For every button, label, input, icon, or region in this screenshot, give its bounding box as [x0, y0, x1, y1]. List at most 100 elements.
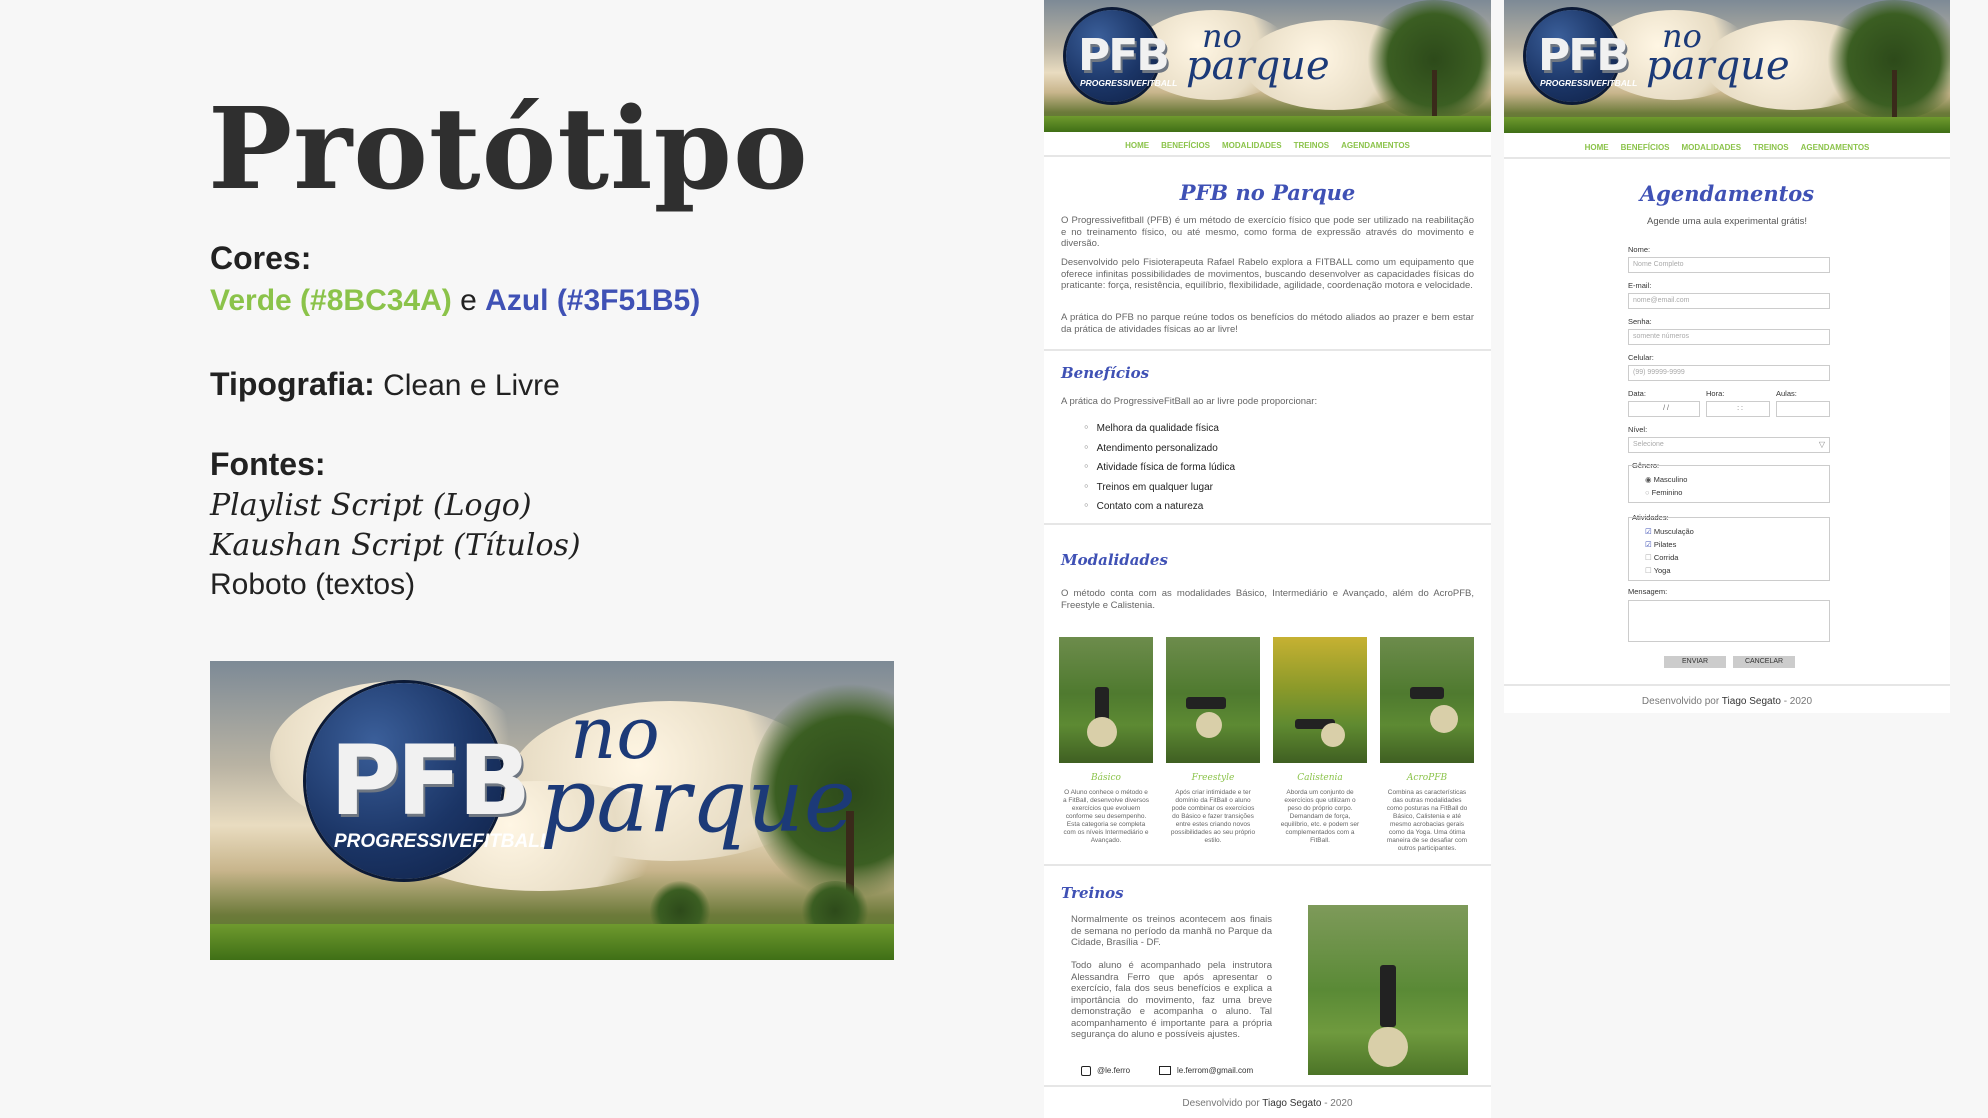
instagram-icon [1081, 1066, 1091, 1076]
mensagem-textarea[interactable] [1628, 600, 1830, 642]
page-title: Protótipo [208, 84, 809, 215]
radio-selected-icon: ◉ [1645, 475, 1652, 484]
nome-label: Nome: [1628, 245, 1651, 254]
divider [1504, 157, 1950, 159]
data-field[interactable]: / / [1628, 401, 1700, 417]
email-label: E-mail: [1628, 281, 1652, 290]
form-header-banner: PFB PROGRESSIVEFITBALL no parque [1504, 0, 1950, 133]
modalidade-freestyle-photo [1166, 637, 1260, 763]
enviar-button[interactable]: ENVIAR [1664, 656, 1726, 668]
pfb-logo-brand: PROGRESSIVEFITBALL [1080, 78, 1178, 88]
nav-beneficios[interactable]: BENEFÍCIOS [1621, 143, 1670, 152]
cancelar-button[interactable]: CANCELAR [1733, 656, 1795, 668]
email-field[interactable]: nome@email.com [1628, 293, 1830, 309]
nav-home[interactable]: HOME [1125, 141, 1149, 150]
modalidade-acropfb-title: AcroPFB [1406, 773, 1448, 783]
modalidades-title: Modalidades [1061, 551, 1168, 569]
nav-home[interactable]: HOME [1585, 143, 1609, 152]
genero-option-feminino[interactable]: ○ Feminino [1645, 488, 1682, 497]
email-icon [1159, 1066, 1171, 1076]
pfb-logo-brand: PROGRESSIVEFITBALL [334, 831, 552, 852]
nivel-select-value: Selecione [1633, 441, 1664, 448]
pfb-logo-text: PFB [330, 725, 531, 837]
form-subtitle: Agende uma aula experimental grátis! [1646, 216, 1807, 227]
modalidade-acropfb-photo [1380, 637, 1474, 763]
footer-name: Tiago Segato [1721, 696, 1781, 707]
mensagem-label: Mensagem: [1628, 587, 1668, 596]
email-contact[interactable]: le.ferrom@gmail.com [1159, 1066, 1253, 1076]
divider [1044, 155, 1491, 157]
nav-treinos[interactable]: TREINOS [1753, 143, 1789, 152]
treinos-title: Treinos [1061, 884, 1124, 902]
pfb-logo-text: PFB [1538, 30, 1630, 81]
colors-heading: Cores: [210, 240, 312, 276]
modalidade-basico-title: Básico [1091, 773, 1121, 783]
main-nav: HOME BENEFÍCIOS MODALIDADES TREINOS AGEN… [1044, 141, 1491, 150]
divider [1044, 864, 1491, 866]
nav-agendamentos[interactable]: AGENDAMENTOS [1341, 141, 1410, 150]
list-item: Melhora da qualidade física [1084, 418, 1235, 438]
logo-script-parque: parque [540, 749, 856, 852]
footer-prefix: Desenvolvido por [1182, 1098, 1260, 1109]
celular-field[interactable]: (99) 99999-9999 [1628, 365, 1830, 381]
nav-modalidades[interactable]: MODALIDADES [1222, 141, 1282, 150]
footer-year: - 2020 [1783, 696, 1813, 707]
nivel-label: Nível: [1628, 425, 1648, 434]
genero-option-label: Masculino [1653, 475, 1688, 484]
atividade-corrida-checkbox[interactable]: ☐ Corrida [1645, 553, 1678, 562]
green-color-label: Verde (#8BC34A) [210, 284, 452, 317]
footer-name: Tiago Segato [1262, 1098, 1322, 1109]
atividade-label: Pilates [1653, 540, 1677, 549]
beneficios-intro: A prática do ProgressiveFitBall ao ar li… [1061, 396, 1318, 407]
checkbox-icon: ☐ [1645, 553, 1652, 562]
checkbox-checked-icon: ☑ [1645, 527, 1652, 536]
home-footer: Desenvolvido por Tiago Segato - 2020 [1044, 1098, 1491, 1109]
pfb-logo-text: PFB [1078, 30, 1170, 81]
form-title: Agendamentos [1639, 181, 1815, 206]
nome-field[interactable]: Nome Completo [1628, 257, 1830, 273]
home-paragraph-3: A prática do PFB no parque reúne todos o… [1061, 312, 1474, 335]
chevron-down-icon: ▽ [1818, 440, 1825, 449]
atividade-yoga-checkbox[interactable]: ☐ Yoga [1645, 566, 1671, 575]
instagram-contact[interactable]: @le.ferro [1081, 1066, 1130, 1076]
atividade-label: Musculação [1653, 527, 1694, 536]
font-logo: Playlist Script (Logo) [210, 488, 532, 523]
nav-beneficios[interactable]: BENEFÍCIOS [1161, 141, 1210, 150]
hora-field[interactable]: : : [1706, 401, 1770, 417]
celular-label: Celular: [1628, 353, 1654, 362]
modalidade-acropfb-text: Combina as características das outras mo… [1386, 789, 1468, 852]
modalidade-calistenia-photo [1273, 637, 1367, 763]
typography-value: Clean e Livre [383, 369, 560, 402]
aulas-label: Aulas: [1776, 389, 1797, 398]
modalidade-freestyle-text: Após criar intimidade e ter domínio da F… [1170, 789, 1256, 844]
divider [1044, 523, 1491, 525]
atividade-label: Corrida [1653, 553, 1679, 562]
home-header-banner: PFB PROGRESSIVEFITBALL no parque [1044, 0, 1491, 132]
logo-script-parque: parque [1186, 43, 1330, 89]
beneficios-list: Melhora da qualidade física Atendimento … [1084, 418, 1235, 516]
modalidade-basico-text: O Aluno conhece o método e a FitBall, de… [1063, 789, 1149, 844]
hora-label: Hora: [1706, 389, 1725, 398]
modalidades-intro: O método conta com as modalidades Básico… [1061, 588, 1474, 611]
modalidade-freestyle-title: Freestyle [1191, 773, 1235, 783]
senha-field[interactable]: somente números [1628, 329, 1830, 345]
genero-option-masculino[interactable]: ◉ Masculino [1645, 475, 1687, 484]
list-item: Contato com a natureza [1084, 496, 1235, 516]
typography-heading: Tipografia: [210, 366, 375, 402]
font-texts: Roboto (textos) [210, 568, 416, 601]
nav-modalidades[interactable]: MODALIDADES [1682, 143, 1742, 152]
atividade-pilates-checkbox[interactable]: ☑ Pilates [1645, 540, 1676, 549]
nav-treinos[interactable]: TREINOS [1294, 141, 1330, 150]
logo-script-parque: parque [1646, 43, 1790, 89]
data-label: Data: [1628, 389, 1646, 398]
nav-agendamentos[interactable]: AGENDAMENTOS [1801, 143, 1870, 152]
footer-prefix: Desenvolvido por [1641, 696, 1720, 707]
checkbox-checked-icon: ☑ [1645, 540, 1652, 549]
nivel-select[interactable]: Selecione ▽ [1628, 437, 1830, 453]
treinos-paragraph-1: Normalmente os treinos acontecem aos fin… [1071, 914, 1272, 948]
aulas-field[interactable] [1776, 401, 1830, 417]
home-page-mockup: PFB PROGRESSIVEFITBALL no parque HOME BE… [1044, 0, 1491, 1118]
atividade-musculacao-checkbox[interactable]: ☑ Musculação [1645, 527, 1694, 536]
divider [1504, 684, 1950, 686]
list-item: Atendimento personalizado [1084, 438, 1235, 458]
